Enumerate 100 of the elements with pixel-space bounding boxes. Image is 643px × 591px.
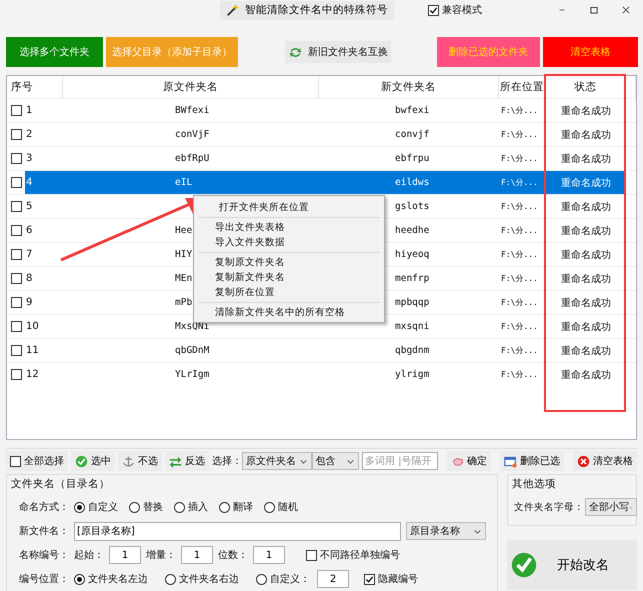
menu-item[interactable]: 导入文件夹数据 xyxy=(194,235,384,250)
table-cell: ebfRpU xyxy=(175,153,210,164)
checkbox[interactable] xyxy=(11,201,22,212)
field-label: 位数： xyxy=(218,549,248,562)
checkbox[interactable] xyxy=(11,129,22,140)
checkbox[interactable] xyxy=(11,225,22,236)
table-row[interactable]: 12 YLrIgm ylrigm F:\分... 重命名成功 xyxy=(7,362,636,386)
column-header[interactable]: 所在位置 xyxy=(499,76,546,98)
close-icon xyxy=(621,5,631,15)
radio-button[interactable] xyxy=(165,574,176,584)
dropdown[interactable]: 全部小写 xyxy=(585,498,637,516)
checkbox[interactable] xyxy=(11,153,22,164)
radio-label: 插入 xyxy=(188,500,208,514)
checkbox[interactable] xyxy=(11,321,22,332)
toolbar-button[interactable]: 清空表格 xyxy=(573,451,637,471)
table-cell: gslots xyxy=(395,201,430,212)
toolbar-button[interactable]: 选择多个文件夹 xyxy=(6,37,103,67)
keyword-field[interactable]: 多词用 |号隔开 xyxy=(362,452,438,470)
menu-item[interactable]: 导出文件夹表格 xyxy=(194,220,384,235)
status-text: 重命名成功 xyxy=(561,176,611,190)
menu-item[interactable]: 复制新文件夹名 xyxy=(194,270,384,285)
table-cell: F:\分... xyxy=(501,105,538,116)
field-label: 编号位置： xyxy=(19,572,69,586)
table-cell: F:\分... xyxy=(501,345,538,356)
name-field[interactable]: [原目录名称] xyxy=(74,522,401,540)
field-label: 起始： xyxy=(74,548,104,562)
checkbox[interactable] xyxy=(306,550,317,560)
radio-button[interactable] xyxy=(174,502,185,512)
radio-button[interactable] xyxy=(256,574,267,584)
window-icon xyxy=(504,454,517,468)
radio-label: 自定义 xyxy=(88,500,118,514)
table-row[interactable]: 1 BWfexi bwfexi F:\分... 重命名成功 xyxy=(7,98,636,122)
number-field[interactable]: 1 xyxy=(181,546,213,564)
table-cell: qbGDnM xyxy=(175,345,210,356)
row-number: 10 xyxy=(26,321,39,332)
field-label: 文件夹名字母： xyxy=(514,500,584,514)
table-cell: F:\分... xyxy=(501,369,538,380)
table-cell: qbgdnm xyxy=(395,345,430,356)
table-cell: F:\分... xyxy=(501,321,538,332)
toolbar-button[interactable]: 反选 xyxy=(165,451,209,471)
arrows-icon xyxy=(169,454,182,468)
table-cell: mpbqqp xyxy=(395,297,430,308)
number-field[interactable]: 1 xyxy=(253,546,285,564)
dropdown[interactable]: 原文件夹名 xyxy=(242,452,312,470)
checkbox[interactable] xyxy=(11,177,22,188)
table-cell: bwfexi xyxy=(395,105,430,116)
checkbox[interactable] xyxy=(364,574,375,584)
checkbox[interactable] xyxy=(11,297,22,308)
row-number: 11 xyxy=(26,345,39,356)
row-number: 4 xyxy=(26,177,32,188)
radio-button[interactable] xyxy=(129,502,140,512)
checkbox[interactable] xyxy=(11,369,22,380)
toolbar-button[interactable]: 确定 xyxy=(447,451,491,471)
radio-button[interactable] xyxy=(264,502,275,512)
number-field[interactable]: 1 xyxy=(109,546,141,564)
toolbar-button[interactable]: 选中 xyxy=(71,451,115,471)
table-row[interactable]: 4 eIL eildws F:\分... 重命名成功 xyxy=(7,170,636,194)
status-text: 重命名成功 xyxy=(561,248,611,262)
close-icon xyxy=(577,454,590,468)
checkbox[interactable] xyxy=(11,249,22,260)
radio-label: 翻译 xyxy=(233,500,253,514)
group-title: 其他选项 xyxy=(512,477,557,491)
check-icon xyxy=(511,552,537,578)
number-field[interactable]: 2 xyxy=(317,570,349,588)
checkbox[interactable] xyxy=(11,105,22,116)
dropdown[interactable]: 包含 xyxy=(312,452,359,470)
maximize-icon xyxy=(589,5,599,15)
column-header[interactable]: 原文件夹名 xyxy=(63,76,319,98)
wand-icon xyxy=(226,3,240,17)
radio-button[interactable] xyxy=(74,574,85,584)
table-cell: eIL xyxy=(175,177,192,188)
row-number: 7 xyxy=(26,249,32,260)
title-button[interactable]: 智能清除文件名中的特殊符号 xyxy=(220,0,394,20)
checkbox[interactable] xyxy=(11,273,22,284)
radio-label: 文件夹名左边 xyxy=(88,572,148,586)
table-cell: F:\分... xyxy=(501,249,538,260)
column-header[interactable]: 新文件夹名 xyxy=(319,76,499,98)
row-number: 5 xyxy=(26,201,32,212)
radio-button[interactable] xyxy=(74,502,85,512)
toolbar-button[interactable]: 删除已选 xyxy=(500,451,564,471)
start-button[interactable]: 开始改名 xyxy=(507,540,637,590)
column-header[interactable]: 状态 xyxy=(546,76,626,98)
table-cell: F:\分... xyxy=(501,153,538,164)
checkbox-label: 全部选择 xyxy=(24,454,64,468)
dropdown[interactable]: 原目录名称 xyxy=(406,522,486,540)
menu-item[interactable]: 复制原文件夹名 xyxy=(194,255,384,270)
table-cell: F:\分... xyxy=(501,273,538,284)
table-row[interactable]: 3 ebfRpU ebfrpu F:\分... 重命名成功 xyxy=(7,146,636,170)
checkbox[interactable] xyxy=(10,456,21,466)
field-label: 新文件名： xyxy=(19,524,69,538)
checkbox[interactable] xyxy=(428,4,439,16)
toolbar-button[interactable]: 新旧文件夹名互换 xyxy=(285,41,391,63)
table-row[interactable]: 11 qbGDnM qbgdnm F:\分... 重命名成功 xyxy=(7,338,636,362)
table-cell: F:\分... xyxy=(501,297,538,308)
column-header[interactable]: 序号 xyxy=(7,76,63,98)
radio-button[interactable] xyxy=(219,502,230,512)
toolbar-button[interactable]: 不选 xyxy=(118,451,162,471)
table-row[interactable]: 2 conVjF convjf F:\分... 重命名成功 xyxy=(7,122,636,146)
checkbox[interactable] xyxy=(11,345,22,356)
menu-item[interactable]: 打开文件夹所在位置 xyxy=(198,200,380,215)
